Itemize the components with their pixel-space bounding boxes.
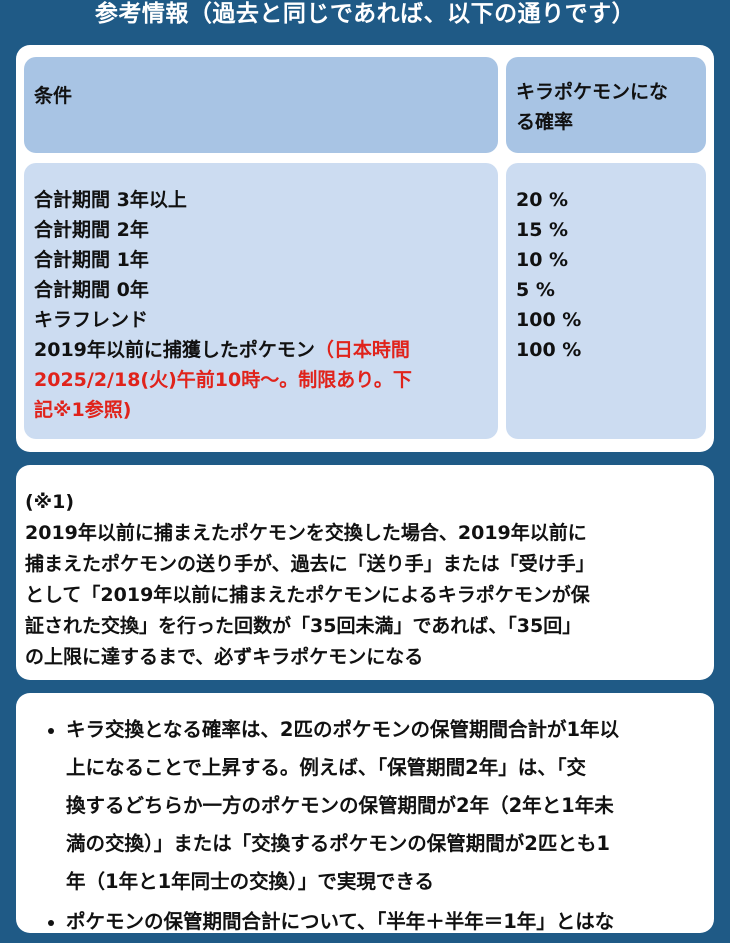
header-condition-cell: 条件	[24, 57, 498, 153]
bullet-item: キラ交換となる確率は、2匹のポケモンの保管期間合計が1年以 上になることで上昇す…	[48, 711, 700, 901]
header-probability-label-line: る確率	[516, 111, 574, 133]
condition-2019-note: 記※1参照)	[34, 399, 132, 421]
bullet-line: キラ交換となる確率は、2匹のポケモンの保管期間合計が1年以	[66, 718, 620, 741]
bullet-notes-card: キラ交換となる確率は、2匹のポケモンの保管期間合計が1年以 上になることで上昇す…	[16, 693, 714, 933]
footnote-line: 捕まえたポケモンの送り手が、過去に「送り手」または「受け手」	[25, 553, 595, 575]
condition-item: 合計期間 0年	[34, 279, 149, 301]
bullet-dot-icon	[48, 920, 54, 926]
condition-list-cell: 合計期間 3年以上 合計期間 2年 合計期間 1年 合計期間 0年 キラフレンド…	[24, 163, 498, 439]
bullet-list: キラ交換となる確率は、2匹のポケモンの保管期間合計が1年以 上になることで上昇す…	[16, 711, 714, 943]
page-title: 参考情報（過去と同じであれば、以下の通りです）	[94, 1, 636, 27]
condition-item: 合計期間 2年	[34, 219, 149, 241]
footnote-line: 証された交換」を行った回数が「35回未満」であれば、「35回」	[25, 615, 582, 637]
probability-value: 10 %	[516, 249, 569, 271]
bullet-dot-icon	[48, 728, 54, 734]
probability-value: 15 %	[516, 219, 569, 241]
probability-value: 5 %	[516, 279, 555, 301]
header-probability-cell: キラポケモンにな る確率	[506, 57, 706, 153]
condition-2019-text: 2019年以前に捕獲したポケモン	[34, 339, 315, 361]
header-condition-label: 条件	[34, 85, 73, 107]
condition-2019-note: （日本時間	[314, 339, 410, 361]
footnote-label: (※1)	[25, 491, 75, 513]
bullet-item: ポケモンの保管期間合計について、「半年＋半年＝1年」とはな	[48, 903, 700, 941]
bullet-line: 上になることで上昇する。例えば、「保管期間2年」は、「交	[66, 756, 586, 779]
probability-value: 100 %	[516, 339, 582, 361]
probability-list-cell: 20 % 15 % 10 % 5 % 100 % 100 %	[506, 163, 706, 439]
footnote-line: の上限に達するまで、必ずキラポケモンになる	[25, 646, 424, 668]
probability-table-card: 条件 キラポケモンにな る確率 合計期間 3年以上 合計期間 2年 合計期間 1…	[16, 45, 714, 452]
bullet-line: 満の交換）」または「交換するポケモンの保管期間が2匹とも1	[66, 832, 610, 855]
probability-value: 100 %	[516, 309, 582, 331]
probability-value: 20 %	[516, 189, 569, 211]
bullet-line: 年（1年と1年同士の交換）」で実現できる	[66, 870, 434, 893]
condition-item: 合計期間 3年以上	[34, 189, 187, 211]
footnote-text: (※1) 2019年以前に捕まえたポケモンを交換した場合、2019年以前に 捕ま…	[25, 487, 707, 673]
condition-item: 合計期間 1年	[34, 249, 149, 271]
footnote-card: (※1) 2019年以前に捕まえたポケモンを交換した場合、2019年以前に 捕ま…	[16, 465, 714, 680]
header-probability-label-line: キラポケモンにな	[516, 81, 669, 103]
condition-item: キラフレンド	[34, 309, 149, 331]
bullet-line: 換するどちらか一方のポケモンの保管期間が2年（2年と1年未	[66, 794, 614, 817]
condition-item-2019: 2019年以前に捕獲したポケモン（日本時間	[34, 335, 488, 365]
bullet-line: ポケモンの保管期間合計について、「半年＋半年＝1年」とはな	[66, 910, 615, 933]
footnote-line: として「2019年以前に捕まえたポケモンによるキラポケモンが保	[25, 584, 590, 606]
condition-2019-note: 2025/2/18(火)午前10時〜。制限あり。下	[34, 369, 412, 391]
footnote-line: 2019年以前に捕まえたポケモンを交換した場合、2019年以前に	[25, 522, 587, 544]
